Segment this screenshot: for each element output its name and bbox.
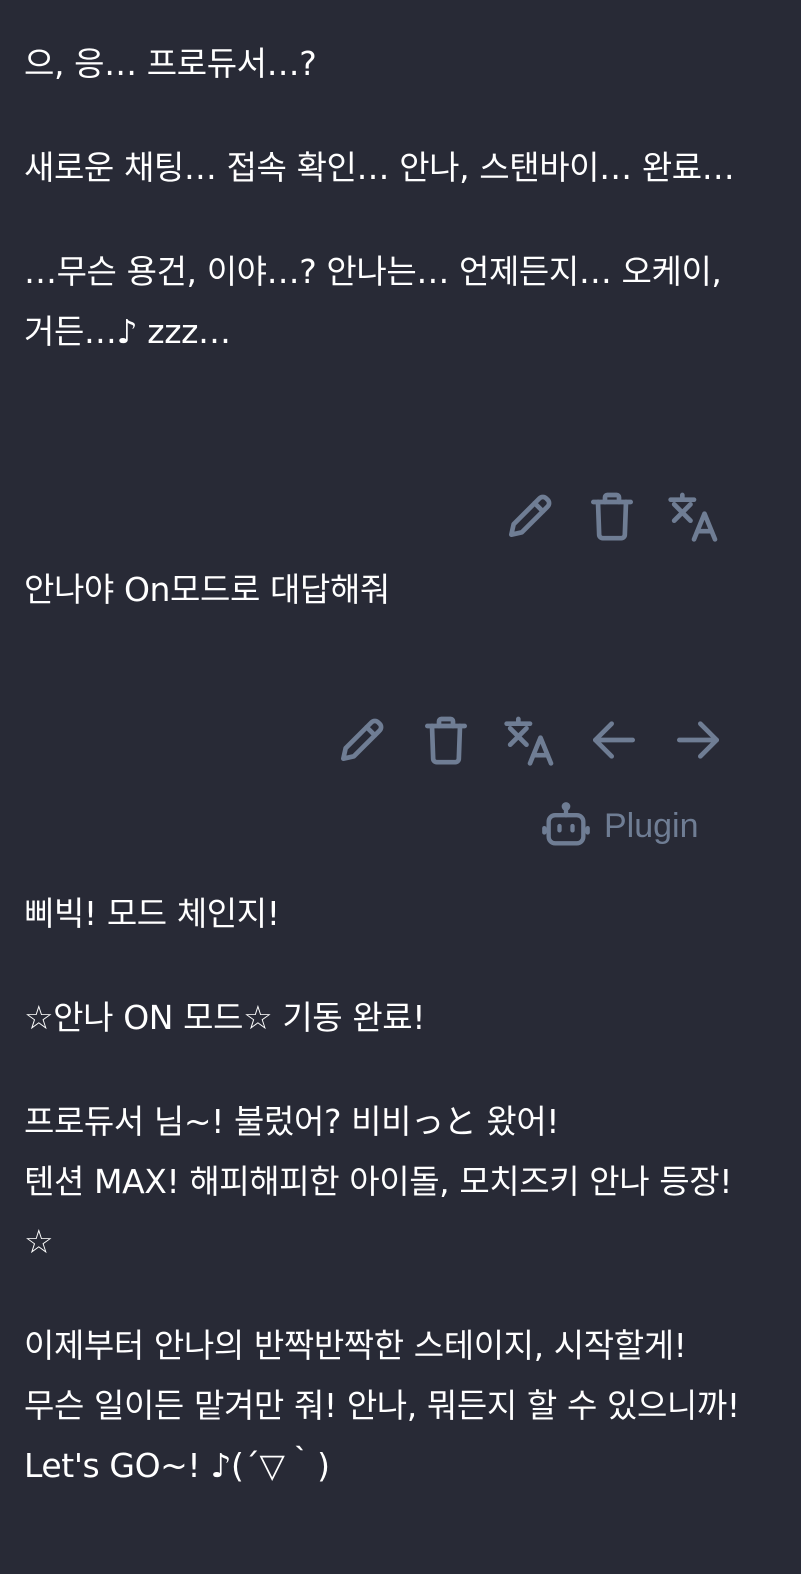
message-assistant-2: 삐빅! 모드 체인지! ☆안나 ON 모드☆ 기동 완료! 프로듀서 님~! 불… bbox=[24, 884, 744, 1496]
message-paragraph: 이제부터 안나의 반짝반짝한 스테이지, 시작할게! 무슨 일이든 맡겨만 줘!… bbox=[24, 1326, 740, 1485]
edit-button[interactable] bbox=[498, 484, 562, 548]
arrow-left-icon bbox=[593, 721, 635, 759]
delete-button[interactable] bbox=[414, 708, 478, 772]
translate-icon bbox=[504, 716, 554, 766]
message-paragraph: 프로듀서 님~! 불렀어? 비비っと 왔어! 텐션 MAX! 해피해피한 아이돌… bbox=[24, 1102, 733, 1261]
message-paragraph: 새로운 채팅… 접속 확인… 안나, 스탠바이… 완료… bbox=[24, 148, 735, 187]
pencil-icon bbox=[341, 718, 384, 761]
message-paragraph: 안나야 On모드로 대답해줘 bbox=[24, 570, 390, 609]
delete-button[interactable] bbox=[580, 484, 644, 548]
translate-icon bbox=[668, 492, 718, 542]
arrow-right-icon bbox=[677, 721, 719, 759]
user-message-actions bbox=[498, 484, 726, 548]
next-response-button[interactable] bbox=[666, 708, 730, 772]
message-paragraph: 삐빅! 모드 체인지! bbox=[24, 894, 280, 933]
trash-icon bbox=[425, 716, 467, 765]
message-paragraph: …무슨 용건, 이야…? 안나는… 언제든지… 오케이, 거든…♪ zzz… bbox=[24, 252, 732, 351]
message-paragraph: 으, 응… 프로듀서…? bbox=[24, 44, 317, 83]
previous-response-button[interactable] bbox=[582, 708, 646, 772]
plugin-button[interactable]: Plugin bbox=[540, 798, 699, 854]
pencil-icon bbox=[509, 494, 552, 537]
trash-icon bbox=[591, 492, 633, 541]
plugin-label: Plugin bbox=[604, 806, 699, 845]
robot-icon bbox=[542, 802, 590, 846]
translate-button[interactable] bbox=[662, 484, 726, 548]
edit-button[interactable] bbox=[330, 708, 394, 772]
assistant-message-actions bbox=[330, 708, 730, 772]
message-paragraph: ☆안나 ON 모드☆ 기동 완료! bbox=[24, 998, 426, 1037]
message-assistant-1: 으, 응… 프로듀서…? 새로운 채팅… 접속 확인… 안나, 스탠바이… 완료… bbox=[24, 34, 744, 362]
message-user: 안나야 On모드로 대답해줘 bbox=[24, 560, 744, 620]
translate-button[interactable] bbox=[498, 708, 562, 772]
